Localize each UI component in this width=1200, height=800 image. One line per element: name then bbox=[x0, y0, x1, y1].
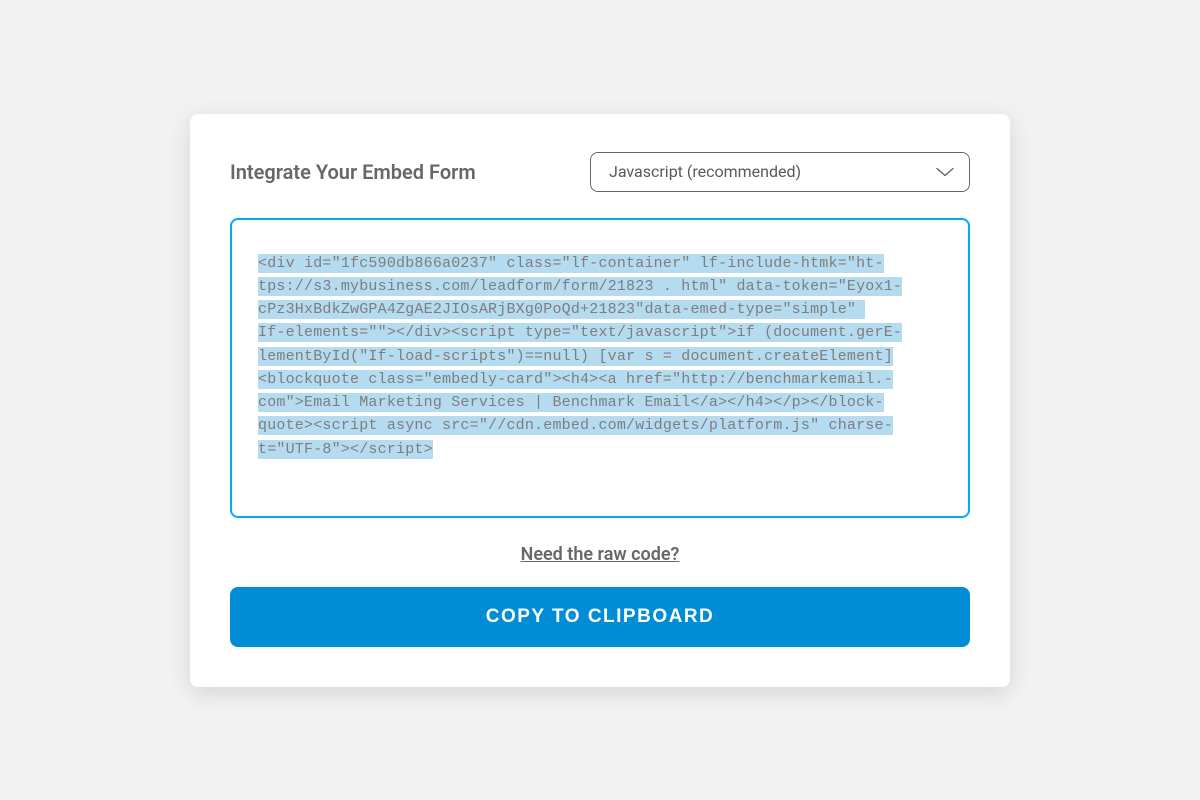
raw-code-link[interactable]: Need the raw code? bbox=[521, 544, 680, 565]
page-title: Integrate Your Embed Form bbox=[230, 160, 476, 184]
embed-code-text: <div id="1fc590db866a0237" class="lf-con… bbox=[258, 252, 942, 461]
embed-form-card: Integrate Your Embed Form Javascript (re… bbox=[190, 114, 1010, 687]
embed-code-box[interactable]: <div id="1fc590db866a0237" class="lf-con… bbox=[230, 218, 970, 518]
format-select[interactable]: Javascript (recommended) bbox=[590, 152, 970, 192]
header-row: Integrate Your Embed Form Javascript (re… bbox=[230, 152, 970, 192]
format-select-value: Javascript (recommended) bbox=[609, 162, 801, 181]
copy-to-clipboard-button[interactable]: COPY TO CLIPBOARD bbox=[230, 587, 970, 647]
raw-code-row: Need the raw code? bbox=[230, 544, 970, 565]
format-select-wrap: Javascript (recommended) bbox=[590, 152, 970, 192]
